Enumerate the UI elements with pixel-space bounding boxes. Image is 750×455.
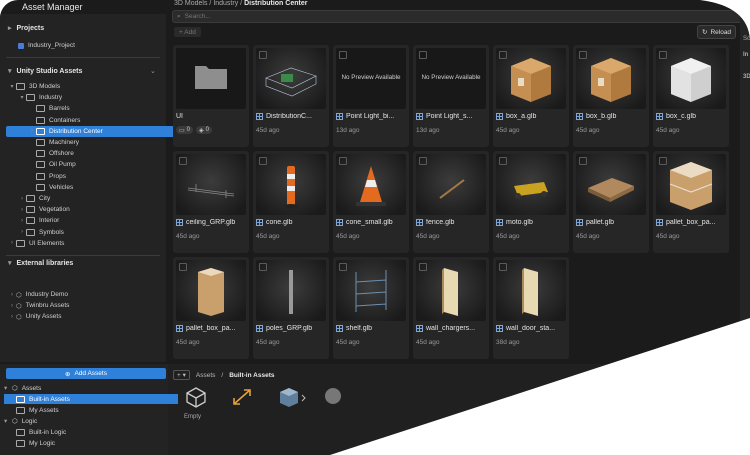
frame-mask	[330, 0, 750, 455]
